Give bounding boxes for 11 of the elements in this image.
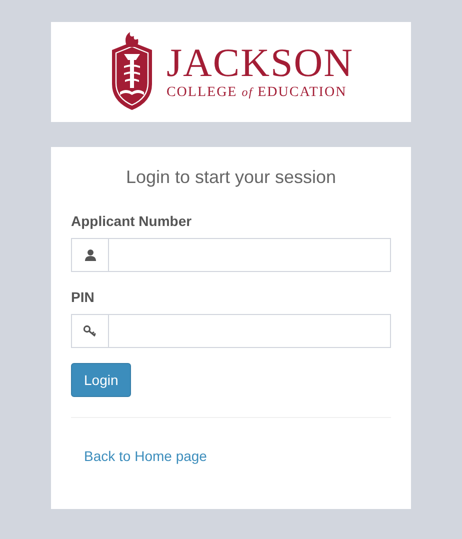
input-field[interactable] — [71, 314, 391, 348]
field-label: PIN — [71, 288, 96, 307]
key-icon — [83, 325, 97, 337]
logo-subtitle: COLLEGE of EDUCATION — [166, 84, 347, 102]
field-label: Applicant Number — [71, 212, 193, 231]
login-button[interactable]: Login — [71, 363, 132, 397]
login-title: Login to start your session — [124, 166, 338, 189]
home-link[interactable]: Back to Home page — [84, 448, 207, 464]
logo-title: JACKSON — [166, 42, 354, 82]
user-icon — [84, 249, 96, 261]
input-field[interactable] — [71, 238, 391, 272]
